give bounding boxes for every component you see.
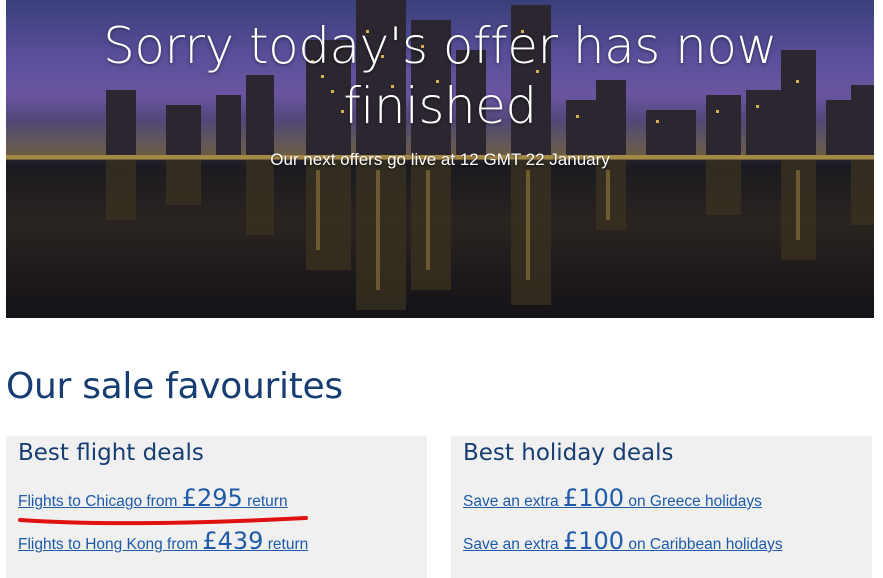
deal-price: £100 bbox=[562, 527, 625, 555]
hero-banner: Sorry today's offer has now finished Our… bbox=[6, 0, 874, 318]
deal-prefix: Save an extra bbox=[463, 536, 563, 553]
deal-suffix: on Caribbean holidays bbox=[624, 536, 783, 553]
deal-price: £295 bbox=[181, 484, 243, 512]
deal-suffix: return bbox=[263, 536, 309, 553]
deal-price: £439 bbox=[202, 527, 264, 555]
deal-prefix: Save an extra bbox=[463, 493, 563, 510]
hero-subtitle: Our next offers go live at 12 GMT 22 Jan… bbox=[270, 150, 610, 169]
deal-prefix: Flights to Chicago from bbox=[18, 493, 182, 510]
deal-prefix: Flights to Hong Kong from bbox=[18, 536, 203, 553]
hero-title: Sorry today's offer has now finished bbox=[103, 17, 777, 135]
deal-price: £100 bbox=[562, 484, 625, 512]
deal-link-caribbean[interactable]: Save an extra £100 on Caribbean holidays bbox=[463, 527, 783, 555]
card-title: Best holiday deals bbox=[463, 440, 674, 466]
card-title: Best flight deals bbox=[18, 440, 204, 466]
deal-link-greece[interactable]: Save an extra £100 on Greece holidays bbox=[463, 484, 762, 512]
deal-link-chicago[interactable]: Flights to Chicago from £295 return bbox=[18, 484, 288, 512]
deal-suffix: on Greece holidays bbox=[624, 493, 762, 510]
deal-suffix: return bbox=[242, 493, 288, 510]
section-title: Our sale favourites bbox=[6, 366, 343, 407]
deal-link-hong-kong[interactable]: Flights to Hong Kong from £439 return bbox=[18, 527, 308, 555]
red-underline-annotation bbox=[18, 516, 308, 526]
